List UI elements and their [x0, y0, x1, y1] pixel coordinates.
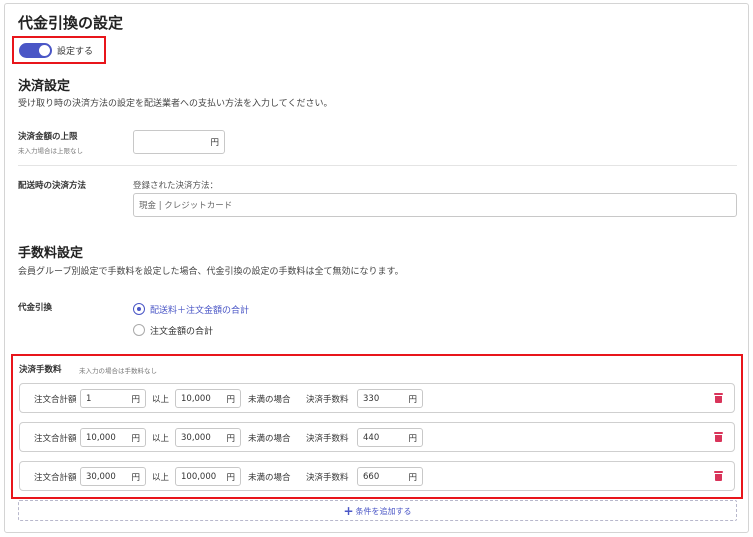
- to-suffix: 未満の場合: [248, 473, 291, 483]
- unit: 円: [226, 394, 235, 405]
- divider: [18, 165, 737, 166]
- from-value: 30,000: [86, 471, 116, 482]
- from-value: 1: [86, 393, 92, 404]
- radio-shipping-plus-order-label[interactable]: 配送料＋注文金額の合計: [150, 303, 249, 316]
- to-value: 100,000: [181, 471, 217, 482]
- toggle-label: 設定する: [57, 47, 94, 57]
- to-value: 10,000: [181, 393, 211, 404]
- unit: 円: [408, 472, 417, 483]
- unit: 円: [131, 472, 140, 483]
- fee-row: 注文合計額 1 円 以上 10,000 円 未満の場合 決済手数料 330 円: [19, 383, 735, 413]
- from-input[interactable]: 30,000 円: [80, 467, 146, 486]
- from-input[interactable]: 1 円: [80, 389, 146, 408]
- fee-value: 660: [363, 471, 380, 482]
- enable-toggle[interactable]: [19, 43, 52, 58]
- fee-title: 決済手数料: [19, 365, 62, 375]
- order-total-label: 注文合計額: [34, 395, 77, 405]
- fee-note: 未入力の場合は手数料なし: [79, 367, 157, 375]
- method-value: 現金 | クレジットカード: [139, 201, 233, 211]
- to-input[interactable]: 10,000 円: [175, 389, 241, 408]
- unit: 円: [131, 394, 140, 405]
- from-suffix: 以上: [152, 473, 170, 483]
- from-suffix: 以上: [152, 395, 170, 405]
- plus-icon: +: [343, 504, 354, 518]
- to-suffix: 未満の場合: [248, 395, 291, 405]
- unit: 円: [408, 394, 417, 405]
- radio-shipping-plus-order[interactable]: [133, 303, 145, 315]
- fee-value: 440: [363, 432, 380, 443]
- fee-settings-description: 会員グループ別設定で手数料を設定した場合、代金引換の設定の手数料は全て無効になり…: [18, 267, 404, 277]
- to-value: 30,000: [181, 432, 211, 443]
- toggle-highlight: 設定する: [12, 36, 106, 64]
- add-condition-label: 条件を追加する: [355, 507, 412, 516]
- fee-value: 330: [363, 393, 380, 404]
- limit-sublabel: 未入力場合は上限なし: [18, 147, 83, 155]
- unit: 円: [131, 433, 140, 444]
- cod-label: 代金引換: [18, 303, 53, 313]
- fee-label: 決済手数料: [306, 395, 349, 405]
- from-input[interactable]: 10,000 円: [80, 428, 146, 447]
- order-total-label: 注文合計額: [34, 473, 77, 483]
- fee-row: 注文合計額 10,000 円 以上 30,000 円 未満の場合 決済手数料 4…: [19, 422, 735, 452]
- fee-input[interactable]: 330 円: [357, 389, 423, 408]
- method-field: 現金 | クレジットカード: [133, 193, 737, 217]
- limit-input[interactable]: 円: [133, 130, 225, 154]
- radio-order-total-label[interactable]: 注文金額の合計: [150, 324, 213, 337]
- fee-row: 注文合計額 30,000 円 以上 100,000 円 未満の場合 決済手数料 …: [19, 461, 735, 491]
- method-caption: 登録された決済方法：: [133, 181, 219, 191]
- method-label: 配送時の決済方法: [18, 181, 87, 191]
- add-condition-button[interactable]: + 条件を追加する: [18, 500, 737, 521]
- fee-label: 決済手数料: [306, 434, 349, 444]
- unit: 円: [226, 433, 235, 444]
- toggle-knob: [39, 45, 50, 56]
- unit: 円: [226, 472, 235, 483]
- radio-order-total[interactable]: [133, 324, 145, 336]
- trash-icon[interactable]: [714, 432, 723, 442]
- limit-label: 決済金額の上限: [18, 132, 78, 142]
- limit-unit: 円: [210, 138, 219, 148]
- fee-section-highlight: 決済手数料 未入力の場合は手数料なし 注文合計額 1 円 以上 10,000 円…: [11, 354, 743, 499]
- page-title: 代金引換の設定: [18, 14, 124, 32]
- payment-settings-heading: 決済設定: [18, 79, 71, 94]
- from-suffix: 以上: [152, 434, 170, 444]
- payment-settings-description: 受け取り時の決済方法の設定を配送業者への支払い方法を入力してください。: [18, 99, 333, 109]
- order-total-label: 注文合計額: [34, 434, 77, 444]
- unit: 円: [408, 433, 417, 444]
- to-input[interactable]: 100,000 円: [175, 467, 241, 486]
- add-condition-content: + 条件を追加する: [343, 504, 411, 518]
- fee-label: 決済手数料: [306, 473, 349, 483]
- fee-input[interactable]: 660 円: [357, 467, 423, 486]
- to-input[interactable]: 30,000 円: [175, 428, 241, 447]
- fee-settings-heading: 手数料設定: [18, 246, 84, 261]
- to-suffix: 未満の場合: [248, 434, 291, 444]
- trash-icon[interactable]: [714, 471, 723, 481]
- fee-input[interactable]: 440 円: [357, 428, 423, 447]
- from-value: 10,000: [86, 432, 116, 443]
- trash-icon[interactable]: [714, 393, 723, 403]
